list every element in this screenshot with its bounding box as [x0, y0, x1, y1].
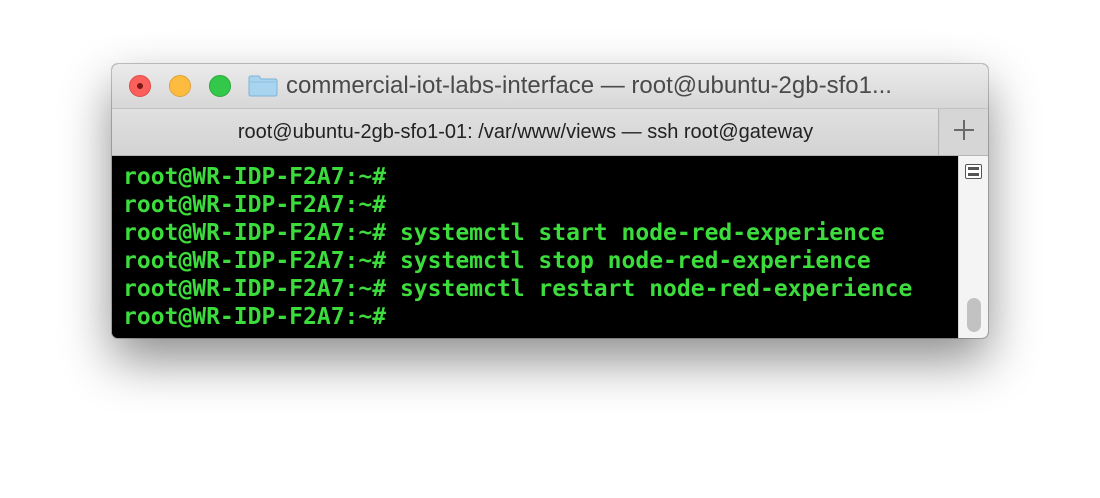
- folder-icon: [248, 75, 278, 97]
- scrollbar-thumb[interactable]: [967, 298, 981, 332]
- new-tab-button[interactable]: [940, 109, 988, 155]
- close-button[interactable]: [129, 75, 151, 97]
- terminal-line: root@WR-IDP-F2A7:~# systemctl stop node-…: [123, 248, 871, 274]
- tab-active[interactable]: root@ubuntu-2gb-sfo1-01: /var/www/views …: [112, 109, 939, 155]
- terminal-output[interactable]: root@WR-IDP-F2A7:~# root@WR-IDP-F2A7:~# …: [112, 156, 958, 338]
- title-bar[interactable]: commercial-iot-labs-interface — root@ubu…: [112, 64, 988, 109]
- split-pane-icon[interactable]: [965, 164, 982, 179]
- close-icon: [137, 83, 143, 89]
- tab-label: root@ubuntu-2gb-sfo1-01: /var/www/views …: [237, 121, 814, 143]
- zoom-button[interactable]: [209, 75, 231, 97]
- terminal-line: root@WR-IDP-F2A7:~# systemctl start node…: [123, 220, 885, 246]
- terminal-window: commercial-iot-labs-interface — root@ubu…: [112, 64, 988, 338]
- scrollbar[interactable]: [958, 156, 988, 338]
- tab-bar: root@ubuntu-2gb-sfo1-01: /var/www/views …: [112, 109, 988, 156]
- terminal-line: root@WR-IDP-F2A7:~#: [123, 304, 387, 330]
- minimize-button[interactable]: [169, 75, 191, 97]
- window-title: commercial-iot-labs-interface — root@ubu…: [286, 73, 892, 99]
- plus-icon: [954, 120, 974, 140]
- terminal-line: root@WR-IDP-F2A7:~#: [123, 164, 387, 190]
- terminal-line: root@WR-IDP-F2A7:~#: [123, 192, 387, 218]
- terminal-line: root@WR-IDP-F2A7:~# systemctl restart no…: [123, 276, 913, 302]
